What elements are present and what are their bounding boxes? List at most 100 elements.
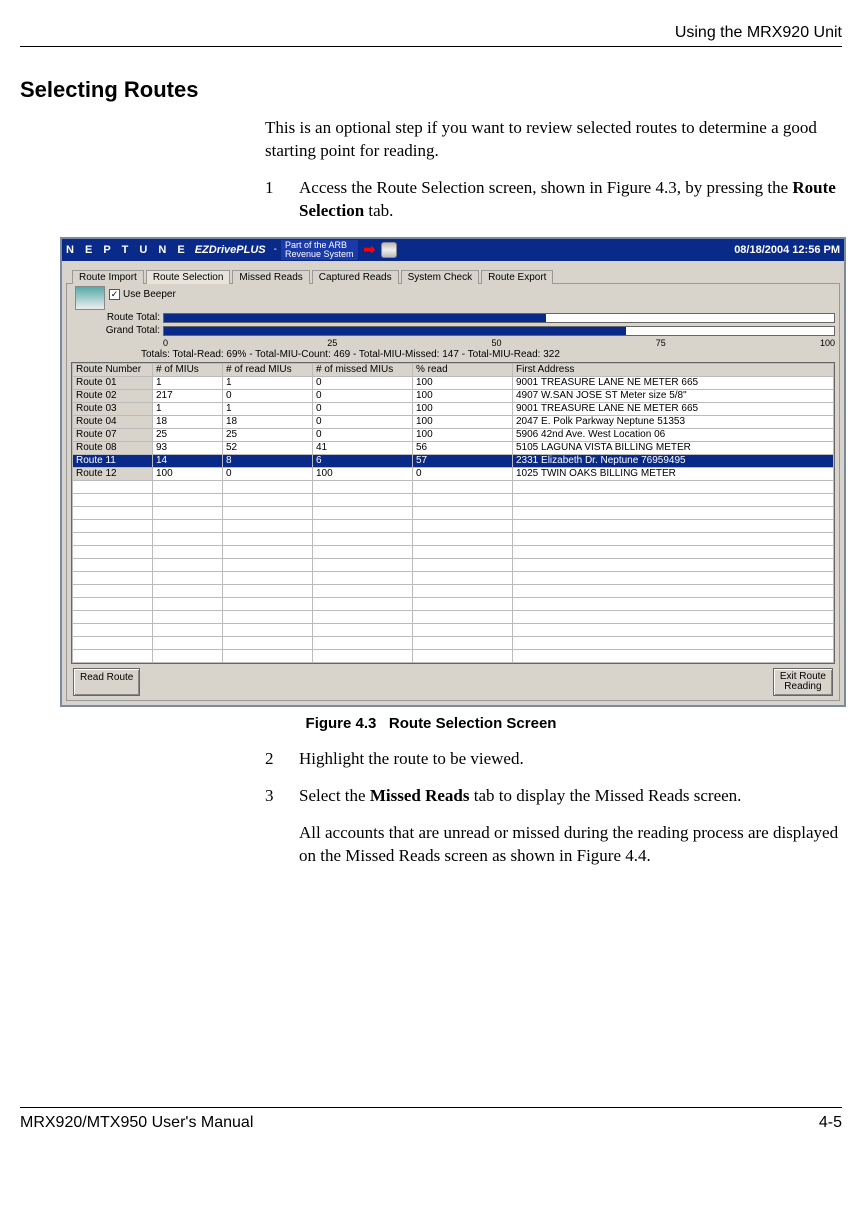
- cell: [313, 532, 413, 545]
- table-row[interactable]: [73, 558, 834, 571]
- col-read-mius[interactable]: # of read MIUs: [223, 363, 313, 376]
- step-3-number: 3: [265, 785, 299, 882]
- tab-captured-reads[interactable]: Captured Reads: [312, 270, 399, 284]
- totals-summary: Totals: Total-Read: 69% - Total-MIU-Coun…: [141, 349, 835, 360]
- tab-route-import[interactable]: Route Import: [72, 270, 144, 284]
- tab-strip: Route Import Route Selection Missed Read…: [72, 269, 840, 283]
- table-row[interactable]: [73, 493, 834, 506]
- bar-scale: 0 25 50 75 100: [163, 338, 835, 348]
- table-row[interactable]: [73, 571, 834, 584]
- cell: [73, 597, 153, 610]
- col-mius[interactable]: # of MIUs: [153, 363, 223, 376]
- table-row[interactable]: Route 031101009001 TREASURE LANE NE METE…: [73, 402, 834, 415]
- table-row[interactable]: [73, 532, 834, 545]
- col-first-address[interactable]: First Address: [513, 363, 834, 376]
- col-missed-mius[interactable]: # of missed MIUs: [313, 363, 413, 376]
- routes-grid[interactable]: Route Number # of MIUs # of read MIUs # …: [71, 362, 835, 664]
- cell: [313, 558, 413, 571]
- cell: [413, 623, 513, 636]
- table-row[interactable]: [73, 636, 834, 649]
- step-1-text-c: tab.: [364, 201, 393, 220]
- cell: [223, 506, 313, 519]
- cell: [73, 545, 153, 558]
- cell: [153, 480, 223, 493]
- cell: [413, 636, 513, 649]
- route-thumbnail-icon: [75, 286, 105, 310]
- table-row[interactable]: [73, 584, 834, 597]
- exit-route-reading-button[interactable]: Exit Route Reading: [773, 668, 833, 696]
- brand-tagline-2: Revenue System: [285, 249, 354, 259]
- cell: [153, 506, 223, 519]
- cell: 1: [223, 376, 313, 389]
- brand-neptune: N E P T U N E: [66, 244, 189, 256]
- tab-route-selection[interactable]: Route Selection: [146, 270, 231, 284]
- table-row[interactable]: Route 04181801002047 E. Polk Parkway Nep…: [73, 415, 834, 428]
- cell: [313, 571, 413, 584]
- scale-50: 50: [492, 338, 656, 348]
- cell: [413, 610, 513, 623]
- route-selection-window: N E P T U N E EZDrivePLUS - Part of the …: [60, 237, 846, 707]
- cell: 5906 42nd Ave. West Location 06: [513, 428, 834, 441]
- cell: 0: [413, 467, 513, 480]
- cell: [413, 571, 513, 584]
- table-row[interactable]: [73, 545, 834, 558]
- col-route-number[interactable]: Route Number: [73, 363, 153, 376]
- step-3-text-bold: Missed Reads: [370, 786, 470, 805]
- read-route-button[interactable]: Read Route: [73, 668, 140, 696]
- cell: 18: [153, 415, 223, 428]
- cell: [73, 493, 153, 506]
- cell: 57: [413, 454, 513, 467]
- step-2-text: Highlight the route to be viewed.: [299, 748, 842, 771]
- cell: [153, 519, 223, 532]
- cell: 1025 TWIN OAKS BILLING METER: [513, 467, 834, 480]
- table-row[interactable]: [73, 623, 834, 636]
- header-rule: [20, 46, 842, 47]
- table-row[interactable]: Route 12100010001025 TWIN OAKS BILLING M…: [73, 467, 834, 480]
- cell: [513, 506, 834, 519]
- step-1-number: 1: [265, 177, 299, 223]
- cell: 9001 TREASURE LANE NE METER 665: [513, 402, 834, 415]
- table-row[interactable]: Route 111486572331 Elizabeth Dr. Neptune…: [73, 454, 834, 467]
- cell: [223, 649, 313, 662]
- cell: 6: [313, 454, 413, 467]
- cell: [223, 519, 313, 532]
- cell: [313, 623, 413, 636]
- cell: [513, 532, 834, 545]
- cell: [413, 506, 513, 519]
- table-row[interactable]: Route 011101009001 TREASURE LANE NE METE…: [73, 376, 834, 389]
- tab-missed-reads[interactable]: Missed Reads: [232, 270, 309, 284]
- table-row[interactable]: Route 08935241565105 LAGUNA VISTA BILLIN…: [73, 441, 834, 454]
- cell: 0: [313, 428, 413, 441]
- table-row[interactable]: Route 02217001004907 W.SAN JOSE ST Meter…: [73, 389, 834, 402]
- route-selection-pane: ✓ Use Beeper Route Total: Grand Total: 0: [66, 283, 840, 701]
- cell: [73, 506, 153, 519]
- cell: [413, 480, 513, 493]
- use-beeper-checkbox[interactable]: ✓: [109, 289, 120, 300]
- cell: [413, 649, 513, 662]
- table-row[interactable]: [73, 597, 834, 610]
- cell: [223, 545, 313, 558]
- table-row[interactable]: [73, 519, 834, 532]
- figure-title: Route Selection Screen: [389, 715, 557, 732]
- cell: 56: [413, 441, 513, 454]
- cell: [413, 584, 513, 597]
- use-beeper-label: Use Beeper: [123, 289, 176, 300]
- table-row[interactable]: [73, 649, 834, 662]
- cell: [223, 610, 313, 623]
- table-row[interactable]: [73, 610, 834, 623]
- cell: 5105 LAGUNA VISTA BILLING METER: [513, 441, 834, 454]
- cell: [313, 597, 413, 610]
- tab-route-export[interactable]: Route Export: [481, 270, 553, 284]
- cell: [513, 545, 834, 558]
- scale-100: 100: [820, 338, 835, 348]
- table-row[interactable]: [73, 506, 834, 519]
- table-row[interactable]: [73, 480, 834, 493]
- cell: [223, 480, 313, 493]
- cell: [513, 610, 834, 623]
- table-row[interactable]: Route 07252501005906 42nd Ave. West Loca…: [73, 428, 834, 441]
- tab-system-check[interactable]: System Check: [401, 270, 479, 284]
- col-pct-read[interactable]: % read: [413, 363, 513, 376]
- cell: 41: [313, 441, 413, 454]
- cell: 8: [223, 454, 313, 467]
- route-total-label: Route Total:: [71, 312, 163, 323]
